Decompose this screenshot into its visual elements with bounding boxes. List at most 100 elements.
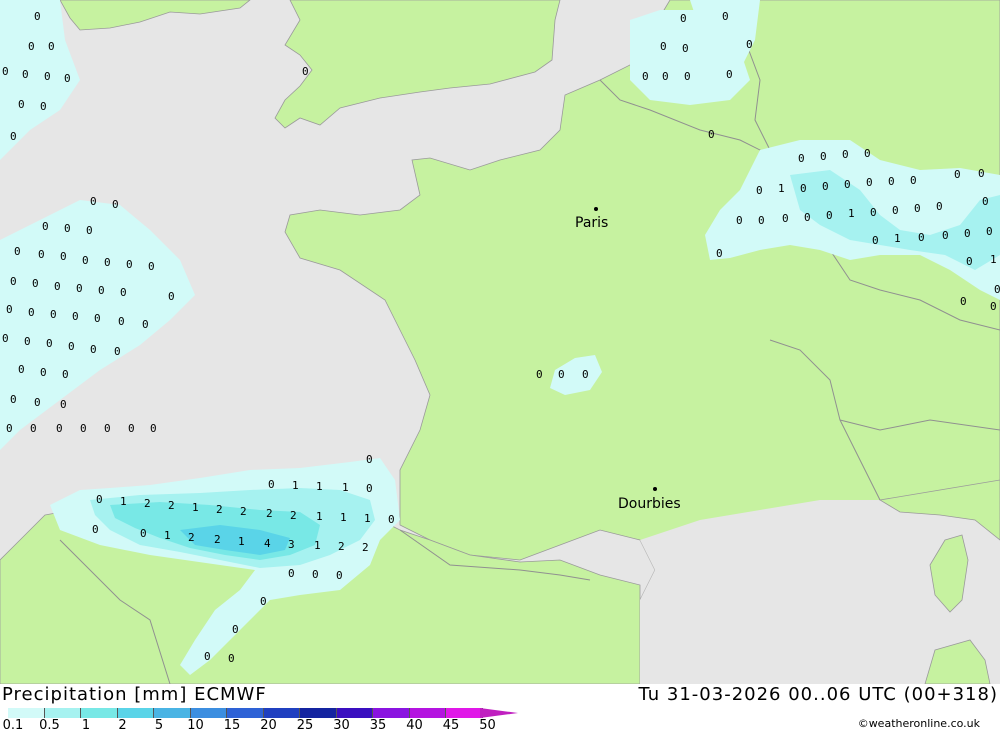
precip-value: 0 xyxy=(96,493,103,506)
valid-time: Tu 31-03-2026 00..06 UTC (00+318) xyxy=(638,684,998,705)
precip-value: 0 xyxy=(866,176,873,189)
precip-value: 0 xyxy=(888,175,895,188)
precip-value: 0 xyxy=(660,40,667,53)
precip-value: 0 xyxy=(128,422,135,435)
precip-value: 1 xyxy=(340,511,347,524)
precip-value: 0 xyxy=(746,38,753,51)
precip-value: 2 xyxy=(168,499,175,512)
precip-value: 0 xyxy=(126,258,133,271)
precip-value: 0 xyxy=(662,70,669,83)
legend-color-bar xyxy=(8,708,483,718)
precip-value: 0 xyxy=(820,150,827,163)
legend-tick: 25 xyxy=(296,718,314,733)
precip-value: 0 xyxy=(90,343,97,356)
precip-value: 0 xyxy=(92,523,99,536)
precip-value: 0 xyxy=(914,202,921,215)
precip-value: 0 xyxy=(536,368,543,381)
precip-value: 0 xyxy=(32,277,39,290)
precip-value: 0 xyxy=(870,206,877,219)
legend-tick: 10 xyxy=(187,718,204,733)
precip-value: 0 xyxy=(942,229,949,242)
legend-swatch xyxy=(44,708,81,718)
precip-value: 0 xyxy=(30,422,37,435)
precip-value: 0 xyxy=(826,209,833,222)
precip-value: 0 xyxy=(44,70,51,83)
precip-value: 0 xyxy=(42,220,49,233)
precip-value: 0 xyxy=(232,623,239,636)
precip-value: 0 xyxy=(582,368,589,381)
precip-value: 0 xyxy=(54,280,61,293)
legend-tick-labels: 0.1 0.5 1 2 5 10 15 20 25 30 35 40 45 50 xyxy=(0,718,560,733)
precip-value: 1 xyxy=(238,535,245,548)
precip-value: 1 xyxy=(778,182,785,195)
precip-value: 0 xyxy=(302,65,309,78)
precip-value: 1 xyxy=(990,253,997,266)
precip-value: 2 xyxy=(214,533,221,546)
legend-swatch xyxy=(190,708,227,718)
precip-value: 0 xyxy=(64,72,71,85)
precip-value: 0 xyxy=(34,396,41,409)
precip-value: 0 xyxy=(288,567,295,580)
legend-swatch xyxy=(409,708,446,718)
precip-value: 0 xyxy=(982,195,989,208)
credit-text: ©weatheronline.co.uk xyxy=(857,717,980,730)
precip-value: 0 xyxy=(46,337,53,350)
precip-value: 0 xyxy=(910,174,917,187)
precip-value: 0 xyxy=(120,286,127,299)
precip-value: 0 xyxy=(680,12,687,25)
precip-value: 0 xyxy=(964,227,971,240)
precip-value: 0 xyxy=(684,70,691,83)
precip-value: 2 xyxy=(216,503,223,516)
precip-value: 0 xyxy=(726,68,733,81)
precip-value: 0 xyxy=(10,130,17,143)
precip-value: 0 xyxy=(98,284,105,297)
precip-value: 1 xyxy=(316,480,323,493)
precip-value: 0 xyxy=(2,65,9,78)
precip-value: 0 xyxy=(204,650,211,663)
precip-value: 0 xyxy=(168,290,175,303)
precip-value: 0 xyxy=(6,422,13,435)
precip-value: 0 xyxy=(56,422,63,435)
precip-value: 0 xyxy=(336,569,343,582)
precip-value: 0 xyxy=(872,234,879,247)
precip-value: 0 xyxy=(38,248,45,261)
precip-value: 2 xyxy=(338,540,345,553)
weather-map: 0 0 0 0 0 0 0 0 0 0 0 0 0 0 0 0 0 0 0 0 0 0 0 0 0 0 0 0 0 0 0 0 0 0 0 0 0 0 0 0… xyxy=(0,0,1000,684)
precip-value: 0 xyxy=(90,195,97,208)
legend-swatch xyxy=(336,708,373,718)
legend-tick: 50 xyxy=(479,718,496,733)
map-title: Precipitation [mm] ECMWF xyxy=(2,684,267,705)
precip-value: 0 xyxy=(228,652,235,665)
precip-value: 0 xyxy=(104,256,111,269)
precip-value: 0 xyxy=(722,10,729,23)
precip-value: 0 xyxy=(798,152,805,165)
legend-tick: 45 xyxy=(442,718,460,733)
precip-value: 0 xyxy=(50,308,57,321)
precip-value: 0 xyxy=(978,167,985,180)
precip-value: 0 xyxy=(28,40,35,53)
precip-value: 0 xyxy=(142,318,149,331)
precip-value: 2 xyxy=(144,497,151,510)
legend-swatch xyxy=(373,708,410,718)
precip-value: 0 xyxy=(14,245,21,258)
precip-value: 0 xyxy=(24,335,31,348)
precip-value: 0 xyxy=(388,513,395,526)
precip-value: 1 xyxy=(164,529,171,542)
precip-value: 0 xyxy=(72,310,79,323)
precip-value: 0 xyxy=(736,214,743,227)
legend-swatch xyxy=(81,708,118,718)
precip-value: 0 xyxy=(844,178,851,191)
precip-value: 0 xyxy=(558,368,565,381)
precip-value: 1 xyxy=(120,495,127,508)
precip-value: 2 xyxy=(362,541,369,554)
precip-value: 0 xyxy=(918,231,925,244)
precip-value: 0 xyxy=(104,422,111,435)
precip-value: 0 xyxy=(60,398,67,411)
precip-value: 1 xyxy=(894,232,901,245)
legend-tick: 5 xyxy=(154,718,164,733)
precip-value: 0 xyxy=(842,148,849,161)
precip-value: 1 xyxy=(314,539,321,552)
precip-value: 1 xyxy=(292,479,299,492)
city-label: Paris xyxy=(575,215,608,231)
city-marker xyxy=(653,487,657,491)
